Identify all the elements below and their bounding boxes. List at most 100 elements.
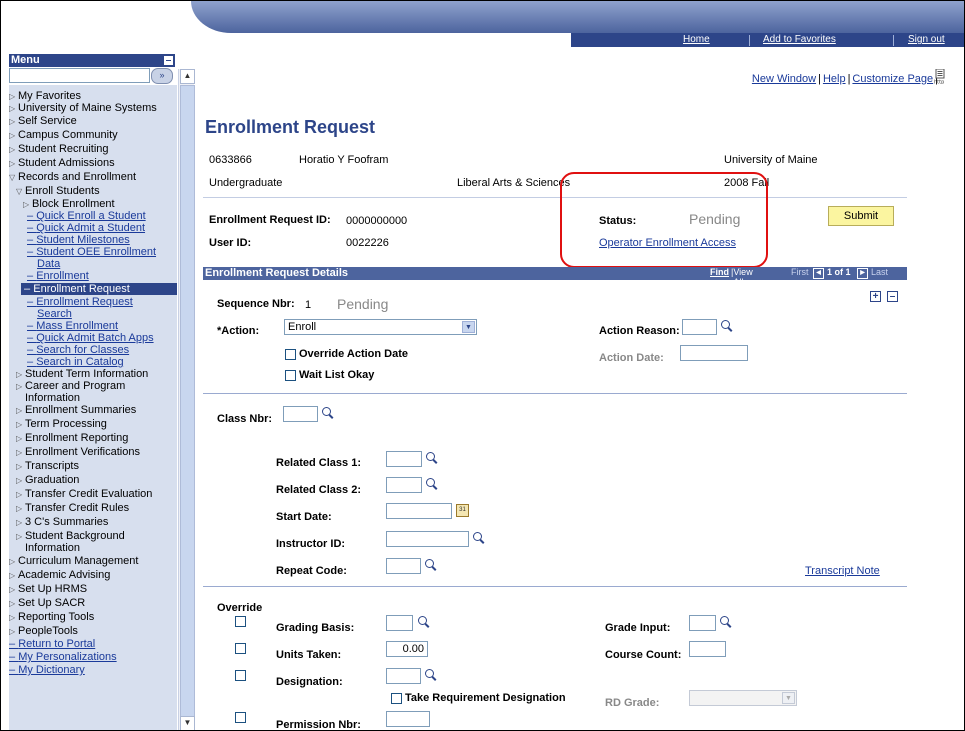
menu-item[interactable]: ▷ Self Service xyxy=(9,115,177,128)
http-icon[interactable]: http xyxy=(934,68,948,86)
rd-grade-select[interactable]: ▼ xyxy=(689,690,797,706)
menu-link[interactable]: – Quick Admit Batch Apps xyxy=(27,332,195,344)
transcript-note-link[interactable]: Transcript Note xyxy=(805,565,880,577)
menu-item[interactable]: ▷ Enrollment Verifications xyxy=(16,446,184,459)
scroll-down-icon[interactable]: ▼ xyxy=(180,716,195,730)
calendar-icon[interactable]: 31 xyxy=(456,504,469,517)
menu-item[interactable]: ▷ 3 C's Summaries xyxy=(16,516,184,529)
permission-nbr-override-checkbox[interactable] xyxy=(235,712,246,723)
menu-item[interactable]: ▷ PeopleTools xyxy=(9,625,177,638)
lookup-icon[interactable] xyxy=(425,669,437,681)
wait-list-okay-checkbox[interactable] xyxy=(285,370,296,381)
menu-item[interactable]: ▷ Transfer Credit Rules xyxy=(16,502,184,515)
units-taken-input[interactable]: 0.00 xyxy=(386,641,428,657)
menu-search-input[interactable] xyxy=(9,68,150,83)
arrow-left-icon[interactable]: ◀ xyxy=(813,268,824,279)
submit-button[interactable]: Submit xyxy=(828,206,894,226)
delete-row-icon[interactable]: – xyxy=(887,291,898,302)
related-class-1-input[interactable] xyxy=(386,451,422,467)
menu-link[interactable]: – Enrollment Request xyxy=(27,296,195,308)
lookup-icon[interactable] xyxy=(426,452,438,464)
menu-item[interactable]: ▷ Student Admissions xyxy=(9,157,177,170)
menu-link[interactable]: – Student Milestones xyxy=(27,234,195,246)
class-nbr-input[interactable] xyxy=(283,406,318,422)
related-class-2-input[interactable] xyxy=(386,477,422,493)
menu-link[interactable]: – Student OEE Enrollment xyxy=(27,246,195,258)
help-link[interactable]: Help xyxy=(823,73,846,85)
menu-item-enroll-students[interactable]: ▽ Enroll Students xyxy=(16,185,184,198)
start-date-input[interactable] xyxy=(386,503,452,519)
menu-item[interactable]: ▷ Term Processing xyxy=(16,418,184,431)
home-link[interactable]: Home xyxy=(683,34,710,45)
menu-item[interactable]: ▷ Set Up HRMS xyxy=(9,583,177,596)
take-requirement-designation-checkbox[interactable] xyxy=(391,693,402,704)
menu-scrollbar[interactable]: ▲ ▼ xyxy=(178,69,195,730)
lookup-icon[interactable] xyxy=(322,407,334,419)
scrollbar-thumb[interactable] xyxy=(180,85,195,717)
lookup-icon[interactable] xyxy=(426,478,438,490)
menu-link[interactable]: – Search in Catalog xyxy=(27,356,195,368)
view-all-link[interactable]: | View All xyxy=(731,267,753,287)
new-window-link[interactable]: New Window xyxy=(752,73,816,85)
menu-item-records-enrollment[interactable]: ▽ Records and Enrollment xyxy=(9,171,177,184)
override-action-date-checkbox[interactable] xyxy=(285,349,296,360)
designation-override-checkbox[interactable] xyxy=(235,670,246,681)
menu-link[interactable]: – Search for Classes xyxy=(27,344,195,356)
last-link[interactable]: Last xyxy=(871,267,888,277)
permission-nbr-input[interactable] xyxy=(386,711,430,727)
course-count-input[interactable] xyxy=(689,641,726,657)
menu-item[interactable]: ▷ Transfer Credit Evaluation xyxy=(16,488,184,501)
add-to-favorites-link[interactable]: Add to Favorites xyxy=(763,34,836,45)
action-reason-input[interactable] xyxy=(682,319,717,335)
action-date-input[interactable] xyxy=(680,345,748,361)
find-link[interactable]: Find xyxy=(710,267,729,277)
triangle-right-icon: ▷ xyxy=(16,532,23,541)
menu-item[interactable]: ▷ Reporting Tools xyxy=(9,611,177,624)
lookup-icon[interactable] xyxy=(473,532,485,544)
menu-item-continued[interactable]: Information xyxy=(25,542,193,554)
my-dictionary-link[interactable]: – My Dictionary xyxy=(9,664,177,676)
menu-link[interactable]: – Quick Enroll a Student xyxy=(27,210,195,222)
sign-out-link[interactable]: Sign out xyxy=(908,34,945,45)
menu-item[interactable]: ▷ Student Recruiting xyxy=(9,143,177,156)
menu-item[interactable]: ▷ Enrollment Summaries xyxy=(16,404,184,417)
arrow-right-icon[interactable]: ▶ xyxy=(857,268,868,279)
lookup-icon[interactable] xyxy=(418,616,430,628)
grading-basis-override-checkbox[interactable] xyxy=(235,616,246,627)
menu-item[interactable]: ▷ Enrollment Reporting xyxy=(16,432,184,445)
instructor-id-input[interactable] xyxy=(386,531,469,547)
scroll-up-icon[interactable]: ▲ xyxy=(180,69,195,84)
add-row-icon[interactable]: + xyxy=(870,291,881,302)
customize-page-link[interactable]: Customize Page xyxy=(852,73,933,85)
lookup-icon[interactable] xyxy=(720,616,732,628)
grade-input-input[interactable] xyxy=(689,615,716,631)
menu-item[interactable]: ▷ Academic Advising xyxy=(9,569,177,582)
menu-item[interactable]: ▷ Campus Community xyxy=(9,129,177,142)
menu-link-selected[interactable]: – Enrollment Request xyxy=(21,283,177,295)
repeat-code-input[interactable] xyxy=(386,558,421,574)
lookup-icon[interactable] xyxy=(425,559,437,571)
highlight-annotation xyxy=(560,172,768,268)
menu-item[interactable]: ▷ Curriculum Management xyxy=(9,555,177,568)
lookup-icon[interactable] xyxy=(721,320,733,332)
menu-item[interactable]: ▷ Transcripts xyxy=(16,460,184,473)
menu-link[interactable]: – Enrollment xyxy=(27,270,195,282)
action-select[interactable]: Enroll ▼ xyxy=(284,319,477,335)
menu-link[interactable]: – Mass Enrollment xyxy=(27,320,195,332)
return-to-portal-link[interactable]: – Return to Portal xyxy=(9,638,177,650)
units-taken-label: Units Taken: xyxy=(276,649,342,661)
menu-item[interactable]: ▷ Set Up SACR xyxy=(9,597,177,610)
first-link[interactable]: First xyxy=(791,267,809,277)
my-personalizations-link[interactable]: – My Personalizations xyxy=(9,651,177,663)
grading-basis-input[interactable] xyxy=(386,615,413,631)
triangle-right-icon: ▷ xyxy=(9,131,16,140)
designation-input[interactable] xyxy=(386,668,421,684)
menu-collapse-icon[interactable] xyxy=(164,56,173,65)
menu-item[interactable]: ▷ Graduation xyxy=(16,474,184,487)
menu-item[interactable]: ▷ University of Maine Systems xyxy=(9,102,177,115)
menu-search-go-icon[interactable]: » xyxy=(151,68,173,84)
menu-link[interactable]: – Quick Admit a Student xyxy=(27,222,195,234)
triangle-right-icon: ▷ xyxy=(9,571,16,580)
menu-item-continued[interactable]: Information xyxy=(25,392,193,404)
units-taken-override-checkbox[interactable] xyxy=(235,643,246,654)
